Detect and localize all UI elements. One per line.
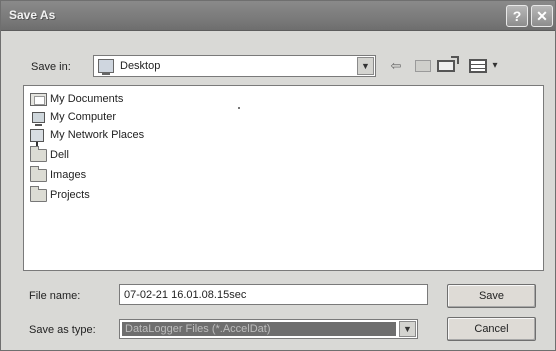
- list-item-label: My Documents: [50, 93, 124, 105]
- computer-icon: [32, 111, 45, 126]
- network-places-icon: [30, 128, 44, 146]
- my-documents-icon: [30, 92, 47, 106]
- list-item-label: Dell: [50, 149, 69, 161]
- mouse-cursor-mark: [238, 107, 240, 109]
- desktop-icon: [98, 59, 114, 75]
- list-item[interactable]: My Computer: [30, 108, 116, 126]
- up-one-level-icon[interactable]: [415, 60, 431, 72]
- list-item[interactable]: My Documents: [30, 90, 123, 108]
- close-button[interactable]: ✕: [531, 5, 553, 27]
- help-button[interactable]: ?: [506, 5, 528, 27]
- save-as-type-value: DataLogger Files (*.AccelDat): [122, 322, 396, 336]
- save-in-label: Save in:: [31, 61, 71, 73]
- file-name-label: File name:: [29, 290, 81, 302]
- save-as-type-label: Save as type:: [29, 324, 96, 336]
- views-dropdown-arrow-icon[interactable]: ▾: [490, 58, 500, 74]
- new-folder-icon[interactable]: [437, 56, 459, 72]
- file-name-field[interactable]: 07-02-21 16.01.08.15sec: [119, 284, 428, 305]
- list-item[interactable]: Images: [30, 165, 87, 184]
- list-item-label: My Network Places: [50, 129, 145, 141]
- list-item-label: Images: [50, 169, 87, 181]
- list-item[interactable]: My Network Places: [30, 126, 145, 146]
- list-item-label: Projects: [50, 189, 90, 201]
- list-item-label: My Computer: [50, 111, 117, 123]
- save-in-dropdown[interactable]: Desktop ▼: [93, 55, 376, 77]
- save-as-type-dropdown[interactable]: DataLogger Files (*.AccelDat) ▼: [119, 319, 418, 339]
- chevron-down-icon[interactable]: ▼: [399, 321, 416, 337]
- cancel-button[interactable]: Cancel: [447, 317, 536, 341]
- list-item[interactable]: Projects: [30, 185, 90, 204]
- save-button[interactable]: Save: [447, 284, 536, 308]
- save-as-dialog: Save As ? ✕ Save in: Desktop ▼ ⇦ ▾ My Do…: [0, 0, 556, 351]
- folder-icon: [30, 185, 47, 202]
- folder-icon: [30, 145, 47, 162]
- views-menu-icon[interactable]: [469, 59, 487, 73]
- file-list[interactable]: My Documents My Computer My Network Plac…: [23, 85, 544, 271]
- title-bar[interactable]: Save As ? ✕: [1, 1, 555, 31]
- folder-icon: [30, 165, 47, 182]
- back-arrow-icon[interactable]: ⇦: [387, 58, 405, 74]
- chevron-down-icon[interactable]: ▼: [357, 57, 374, 75]
- window-title: Save As: [9, 8, 56, 22]
- list-item[interactable]: Dell: [30, 145, 69, 164]
- save-in-value: Desktop: [120, 60, 161, 72]
